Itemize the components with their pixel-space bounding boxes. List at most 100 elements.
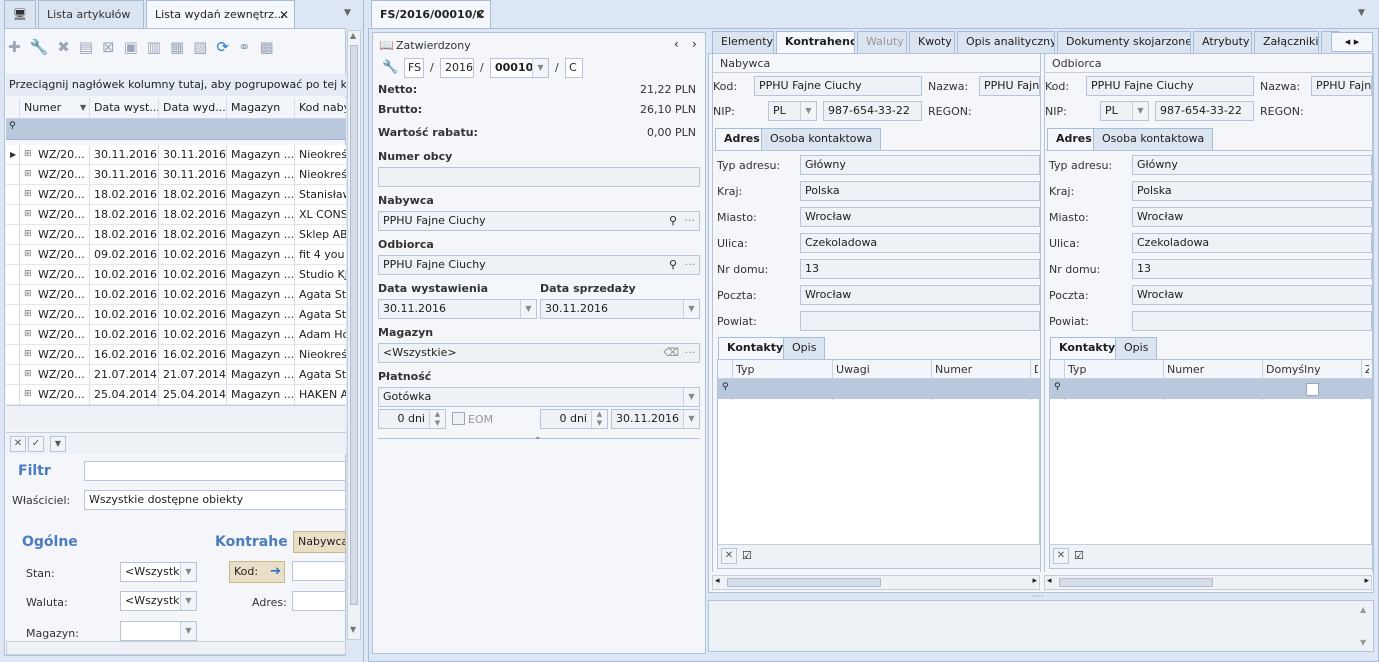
scroll-left-icon[interactable]: ◂ [715,576,720,586]
report-icon[interactable]: ▩ [260,38,283,56]
nazwa-field[interactable]: PPHU Fajne [1311,76,1372,96]
chevron-down-icon[interactable]: ▼ [683,410,699,428]
contacts-col[interactable]: Uwagi [836,363,929,376]
clear-filter-icon[interactable]: ✕ [1053,548,1069,564]
clear-filter-icon[interactable]: ✕ [10,436,26,452]
convert-icon[interactable]: ▦ [170,38,193,56]
filter-row[interactable]: ⚲ [6,119,346,140]
expand-icon[interactable]: ⊞ [20,265,34,284]
chevron-down-icon[interactable]: ▼ [683,388,699,406]
scroll-thumb[interactable] [350,45,358,605]
expand-icon[interactable]: ⊞ [20,145,34,164]
scroll-right-icon[interactable]: ▸ [1364,576,1369,586]
odbiorca-hscroll[interactable]: ◂ ▸ [1044,575,1372,590]
data-wyst-field[interactable]: 30.11.2016 ▼ [378,299,537,319]
addr-field[interactable]: 13 [1132,259,1372,279]
expand-icon[interactable]: ⊞ [20,385,34,404]
suffix-field[interactable]: C [565,58,583,78]
tab-opis[interactable]: Opis [783,337,826,359]
prev-icon[interactable]: ◂ [1345,35,1351,48]
search-icon[interactable]: ⚲ [669,256,677,274]
eom-checkbox[interactable] [452,412,465,425]
tab-kontakty[interactable]: Kontakty [718,337,793,359]
kontrahenci-hscroll[interactable]: ◂ ▸ [712,575,1040,590]
chevron-down-icon[interactable]: ▼ [520,300,536,318]
nip-prefix-select[interactable]: PL ▼ [1100,101,1149,121]
addr-field[interactable]: Wrocław [800,285,1040,305]
tab-waluty[interactable]: Waluty [857,31,907,53]
contacts-col[interactable]: Numer [1167,363,1260,376]
scroll-left-icon[interactable]: ◂ [1047,576,1052,586]
dni2-field[interactable]: 0 dni ▲ ▼ [540,409,608,429]
nip-field[interactable]: 987-654-33-22 [823,101,922,121]
bottom-scroll-up-icon[interactable]: ▲ [1360,605,1366,614]
tab-lista-wydan[interactable]: Lista wydań zewnętrz... ✕ [146,0,295,28]
table-row[interactable]: ⊞ WZ/20... 10.02.2016 10.02.2016 Magazyn ...… [6,305,346,325]
dni1-field[interactable]: 0 dni ▲ ▼ [378,409,446,429]
contacts-col[interactable]: Typ [736,363,830,376]
link-icon[interactable]: ⚭ [238,38,260,56]
wrench-icon[interactable]: 🔧 [382,60,398,75]
addr-field[interactable] [800,311,1040,331]
table-row[interactable]: ⊞ WZ/20... 25.04.2014 25.04.2014 Magazyn ...… [6,385,346,405]
scroll-thumb[interactable] [1059,578,1213,587]
wrench-icon[interactable]: 🔧 [30,38,58,56]
magazyn-filter-select[interactable]: ▼ [120,621,197,641]
chevron-down-icon[interactable]: ▼ [683,300,699,318]
scroll-thumb[interactable] [727,578,881,587]
kod-field[interactable]: PPHU Fajne Ciuchy [1086,76,1254,96]
addr-field[interactable]: Czekoladowa [1132,233,1372,253]
tab-osoba-kontaktowa[interactable]: Osoba kontaktowa [1093,128,1214,150]
spin-icon[interactable]: ▲ ▼ [429,410,445,428]
tab-lista-artykulow[interactable]: Lista artykułów [38,0,144,28]
tab-dokumenty-skojarzone[interactable]: Dokumenty skojarzone [1057,31,1191,53]
kod-button[interactable]: Kod: ➔ [229,561,285,583]
addr-field[interactable]: Polska [1132,181,1372,201]
nazwa-field[interactable]: PPHU Fajne [979,76,1040,96]
scroll-down-icon[interactable]: ▼ [350,625,356,634]
tab-elementy[interactable]: Elementy [712,31,774,53]
contacts-col[interactable]: Domyślny [1266,363,1359,376]
prev-icon[interactable]: ‹ [674,37,679,51]
tabs-dropdown-icon[interactable]: ▼ [344,8,351,18]
data-sprz-field[interactable]: 30.11.2016 ▼ [540,299,700,319]
next-icon[interactable]: › [692,37,697,51]
addr-field[interactable]: Główny [800,155,1040,175]
export-icon[interactable]: ▣ [124,38,147,56]
contacts-col[interactable]: Numer [935,363,1028,376]
table-row[interactable]: ⊞ WZ/20... 10.02.2016 10.02.2016 Magazyn ...… [6,265,346,285]
addr-field[interactable]: Czekoladowa [800,233,1040,253]
ellipsis-icon[interactable]: ··· [685,212,696,230]
chevron-down-icon[interactable]: ▼ [532,59,548,77]
addr-field[interactable] [1132,311,1372,331]
platnosc-field[interactable]: Gotówka ▼ [378,387,700,407]
nip-prefix-select[interactable]: PL ▼ [768,101,817,121]
eraser-icon[interactable]: ⌫ [663,344,679,362]
doc-tabs-dropdown-icon[interactable]: ▼ [1358,8,1365,18]
bottom-scroll-down-icon[interactable]: ▼ [1360,638,1366,647]
col-magazyn[interactable]: Magazyn [227,98,295,118]
adres-input[interactable] [292,591,346,611]
magazyn-field[interactable]: <Wszystkie> ⌫ ··· [378,343,700,363]
tab-opis[interactable]: Opis [1115,337,1158,359]
scroll-up-icon[interactable]: ▲ [350,31,356,40]
domyslny-filter-checkbox[interactable] [1306,383,1319,396]
tab-document[interactable]: FS/2016/00010/C ✕ [371,0,491,28]
chevron-down-icon[interactable]: ▼ [180,622,196,640]
footer-dropdown-icon[interactable]: ▼ [50,436,66,452]
filter-hscroll[interactable] [6,641,346,655]
copy-icon[interactable]: ▥ [147,38,170,56]
expand-icon[interactable]: ⊞ [20,285,34,304]
nabywca-button[interactable]: Nabywca [293,531,346,553]
table-row[interactable]: ⊞ WZ/20... 09.02.2016 10.02.2016 Magazyn ...… [6,245,346,265]
expand-icon[interactable]: ⊞ [20,185,34,204]
cancel-doc-icon[interactable]: ⊠ [102,38,124,56]
col-data-wyd[interactable]: Data wyd... [159,98,227,118]
chevron-down-icon[interactable]: ▼ [180,563,196,581]
kod-input[interactable] [292,561,346,581]
odbiorca-field[interactable]: PPHU Fajne Ciuchy ⚲ ··· [378,255,700,275]
contacts-col[interactable]: Z [1365,363,1369,376]
document-icon[interactable]: ▤ [79,38,102,56]
tab-załączniki[interactable]: Załączniki [1254,31,1319,53]
tab-kontakty[interactable]: Kontakty [1050,337,1125,359]
